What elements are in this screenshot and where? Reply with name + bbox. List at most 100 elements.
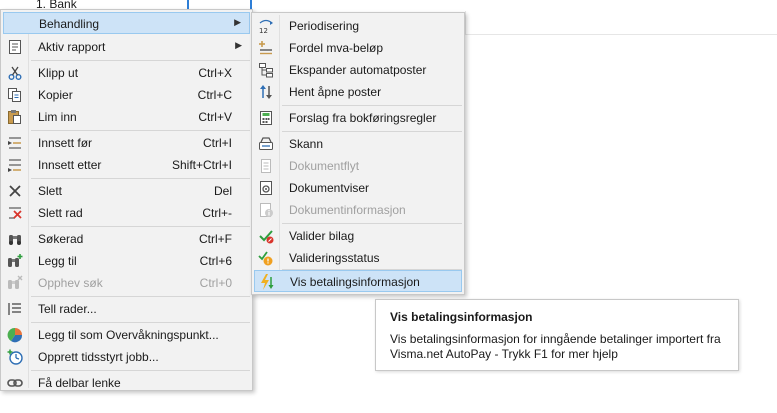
menu-item-tell-rader[interactable]: Tell rader... xyxy=(3,298,250,320)
context-menu: Behandling ▶ Aktiv rapport ▶ Klipp ut Ct… xyxy=(0,9,253,391)
menu-item-opphev-sok[interactable]: Opphev søk Ctrl+0 xyxy=(3,272,250,294)
insert-after-icon xyxy=(8,159,21,172)
menu-item-vis-betalingsinformasjon[interactable]: Vis betalingsinformasjon xyxy=(254,270,462,292)
menu-shortcut: Ctrl+C xyxy=(197,88,232,102)
menu-item-dokumentinformasjon[interactable]: Dokumentinformasjon xyxy=(254,199,462,221)
svg-text:12: 12 xyxy=(259,27,268,34)
delete-row-icon xyxy=(9,207,22,219)
document-viewer-icon xyxy=(260,181,272,195)
menu-item-label: Dokumentinformasjon xyxy=(289,203,406,217)
tooltip-line: Vis betalingsinformasjon for inngående b… xyxy=(390,332,721,346)
menu-item-label: Legg til xyxy=(38,254,77,268)
periodisation-icon: 12 xyxy=(259,19,273,34)
menu-item-label: Dokumentflyt xyxy=(289,159,360,173)
menu-item-label: Lim inn xyxy=(38,110,77,124)
menu-separator xyxy=(31,370,250,371)
menu-item-legg-til[interactable]: Legg til Ctrl+6 xyxy=(3,250,250,272)
menu-item-valider-bilag[interactable]: Valider bilag xyxy=(254,225,462,247)
menu-item-tidsstyrt[interactable]: Opprett tidsstyrt jobb... xyxy=(3,346,250,368)
menu-item-valideringsstatus[interactable]: Valideringsstatus xyxy=(254,247,462,269)
paste-icon xyxy=(8,110,21,124)
menu-item-dokumentflyt[interactable]: Dokumentflyt xyxy=(254,155,462,177)
menu-item-label: Forslag fra bokføringsregler xyxy=(289,111,437,125)
document-flow-icon xyxy=(261,159,271,173)
scanner-icon xyxy=(259,137,273,150)
menu-item-label: Få delbar lenke xyxy=(38,376,121,390)
submenu-behandling: 12 Periodisering Fordel mva-beløp Ekspan… xyxy=(251,12,465,295)
menu-item-label: Slett rad xyxy=(38,206,83,220)
menu-item-label: Dokumentviser xyxy=(289,181,370,195)
tooltip-title: Vis betalingsinformasjon xyxy=(390,310,533,324)
menu-item-innsett-etter[interactable]: Innsett etter Shift+Ctrl+I xyxy=(3,154,250,176)
menu-item-skann[interactable]: Skann xyxy=(254,133,462,155)
validation-status-icon xyxy=(258,251,273,266)
up-down-arrows-icon xyxy=(260,85,272,99)
menu-item-label: Opprett tidsstyrt jobb... xyxy=(38,350,159,364)
menu-item-sokerad[interactable]: Søkerad Ctrl+F xyxy=(3,228,250,250)
tooltip-line: Visma.net AutoPay - Trykk F1 for mer hje… xyxy=(390,347,618,361)
menu-shortcut: Ctrl+- xyxy=(202,206,232,220)
menu-item-lim-inn[interactable]: Lim inn Ctrl+V xyxy=(3,106,250,128)
tooltip-body: Vis betalingsinformasjon for inngående b… xyxy=(390,332,730,362)
menu-item-aktiv-rapport[interactable]: Aktiv rapport ▶ xyxy=(3,36,250,58)
menu-item-label: Slett xyxy=(38,184,63,198)
menu-separator xyxy=(31,322,250,323)
menu-separator xyxy=(31,60,250,61)
menu-separator xyxy=(282,105,462,106)
submenu-arrow-icon: ▶ xyxy=(234,17,241,27)
binoculars-icon xyxy=(9,235,21,245)
menu-item-label: Valider bilag xyxy=(289,229,355,243)
menu-item-klipp-ut[interactable]: Klipp ut Ctrl+X xyxy=(3,62,250,84)
menu-item-label: Innsett før xyxy=(38,136,93,150)
menu-item-slett-rad[interactable]: Slett rad Ctrl+- xyxy=(3,202,250,224)
binoculars-cancel-icon xyxy=(8,275,23,289)
menu-item-fordel-mva[interactable]: Fordel mva-beløp xyxy=(254,37,462,59)
menu-item-periodisering[interactable]: 12 Periodisering xyxy=(254,15,462,37)
scissors-icon xyxy=(8,66,22,80)
menu-item-label: Behandling xyxy=(39,17,100,31)
menu-item-hent-apne-poster[interactable]: Hent åpne poster xyxy=(254,81,462,103)
menu-item-innsett-for[interactable]: Innsett før Ctrl+I xyxy=(3,132,250,154)
copy-icon xyxy=(8,88,21,102)
count-rows-icon xyxy=(8,303,21,315)
menu-item-label: Periodisering xyxy=(289,19,360,33)
menu-separator xyxy=(31,178,250,179)
binoculars-add-icon xyxy=(8,254,23,267)
menu-item-label: Vis betalingsinformasjon xyxy=(290,275,420,289)
menu-item-label: Skann xyxy=(289,137,324,151)
menu-item-kopier[interactable]: Kopier Ctrl+C xyxy=(3,84,250,106)
menu-item-overvakning[interactable]: Legg til som Overvåkningspunkt... xyxy=(3,324,250,346)
menu-item-label: Klipp ut xyxy=(38,66,79,80)
menu-shortcut: Shift+Ctrl+I xyxy=(171,158,232,172)
menu-separator xyxy=(282,223,462,224)
report-icon xyxy=(9,40,21,54)
menu-item-label: Innsett etter xyxy=(38,158,102,172)
menu-item-label: Legg til som Overvåkningspunkt... xyxy=(38,328,219,342)
menu-item-behandling[interactable]: Behandling ▶ xyxy=(3,12,250,34)
menu-shortcut: Ctrl+V xyxy=(198,110,232,124)
menu-separator xyxy=(282,131,462,132)
menu-shortcut: Ctrl+I xyxy=(202,136,232,150)
menu-item-forslag[interactable]: Forslag fra bokføringsregler xyxy=(254,107,462,129)
menu-item-label: Kopier xyxy=(38,88,73,102)
menu-separator xyxy=(31,296,250,297)
distribute-vat-icon xyxy=(259,41,272,55)
clock-add-icon xyxy=(7,349,23,365)
menu-separator xyxy=(31,226,250,227)
validate-check-icon xyxy=(259,230,274,244)
menu-shortcut: Ctrl+X xyxy=(198,66,232,80)
rules-calculator-icon xyxy=(260,111,272,125)
menu-item-label: Ekspander automatposter xyxy=(289,63,427,77)
menu-item-slett[interactable]: Slett Del xyxy=(3,180,250,202)
menu-item-label: Søkerad xyxy=(38,232,84,246)
document-info-icon xyxy=(260,203,273,217)
menu-item-label: Hent åpne poster xyxy=(289,85,382,99)
menu-shortcut: Del xyxy=(213,184,232,198)
lightning-payment-icon xyxy=(261,274,274,290)
delete-x-icon xyxy=(9,185,21,197)
pie-chart-icon xyxy=(7,327,23,343)
menu-item-delbar-lenke[interactable]: Få delbar lenke xyxy=(3,372,250,394)
menu-item-ekspander[interactable]: Ekspander automatposter xyxy=(254,59,462,81)
menu-item-label: Fordel mva-beløp xyxy=(289,41,384,55)
menu-item-dokumentviser[interactable]: Dokumentviser xyxy=(254,177,462,199)
